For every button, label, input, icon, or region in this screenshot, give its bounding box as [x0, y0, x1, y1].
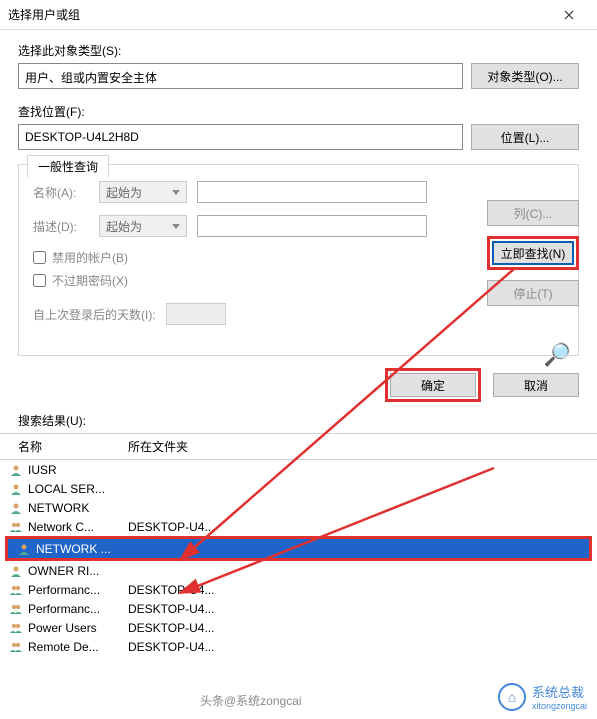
description-input[interactable] [197, 215, 427, 237]
result-row[interactable]: LOCAL SER... [0, 479, 597, 498]
name-label: 名称(A): [33, 184, 89, 201]
result-name: Remote De... [28, 640, 128, 654]
column-header-location[interactable]: 所在文件夹 [128, 438, 579, 455]
user-icon [8, 482, 24, 496]
result-row[interactable]: Network C...DESKTOP-U4... [0, 517, 597, 536]
user-icon [8, 501, 24, 515]
find-now-button[interactable]: 立即查找(N) [492, 241, 574, 265]
result-location: DESKTOP-U4... [128, 602, 589, 616]
toutiao-watermark: 头条@系统zongcai [200, 692, 302, 709]
close-icon [564, 10, 574, 20]
column-header-name[interactable]: 名称 [18, 438, 128, 455]
result-row[interactable]: Performanc...DESKTOP-U4... [0, 580, 597, 599]
user-icon [8, 463, 24, 477]
no-expire-checkbox[interactable] [33, 274, 46, 287]
titlebar: 选择用户或组 [0, 0, 597, 30]
watermark-icon: ⌂ [498, 683, 526, 711]
search-results-label: 搜索结果(U): [0, 412, 597, 433]
watermark-sub: xitongzongcai [532, 701, 587, 711]
object-type-field: 用户、组或内置安全主体 [18, 63, 463, 89]
days-since-logon-input[interactable] [166, 303, 226, 325]
result-name: OWNER RI... [28, 564, 128, 578]
result-name: Performanc... [28, 583, 128, 597]
find-now-highlight: 立即查找(N) [487, 236, 579, 270]
result-name: Performanc... [28, 602, 128, 616]
result-name: Power Users [28, 621, 128, 635]
object-type-label: 选择此对象类型(S): [18, 42, 579, 59]
description-match-combo[interactable]: 起始为 [99, 215, 187, 237]
user-icon [16, 542, 32, 556]
window-title: 选择用户或组 [8, 6, 549, 23]
results-list[interactable]: IUSRLOCAL SER...NETWORKNetwork C...DESKT… [0, 460, 597, 670]
result-name: Network C... [28, 520, 128, 534]
tab-common-queries[interactable]: 一般性查询 [27, 155, 109, 178]
result-name: NETWORK ... [36, 542, 136, 556]
locations-button[interactable]: 位置(L)... [471, 124, 579, 150]
result-row[interactable]: IUSR [0, 460, 597, 479]
group-icon [8, 621, 24, 635]
name-match-combo[interactable]: 起始为 [99, 181, 187, 203]
user-icon [8, 564, 24, 578]
ok-button[interactable]: 确定 [390, 373, 476, 397]
magnifier-icon: 🔎 [544, 342, 571, 368]
group-icon [8, 602, 24, 616]
close-button[interactable] [549, 1, 589, 29]
days-since-logon-label: 自上次登录后的天数(I): [33, 306, 156, 323]
watermark-text: 系统总裁 [532, 682, 587, 701]
result-row[interactable]: Performanc...DESKTOP-U4... [0, 599, 597, 618]
cancel-button[interactable]: 取消 [493, 373, 579, 397]
selected-row-highlight: NETWORK ... [5, 536, 592, 561]
result-location: DESKTOP-U4... [128, 583, 589, 597]
result-location: DESKTOP-U4... [128, 520, 589, 534]
columns-button[interactable]: 列(C)... [487, 200, 579, 226]
group-icon [8, 583, 24, 597]
location-label: 查找位置(F): [18, 103, 579, 120]
result-row[interactable]: NETWORK [0, 498, 597, 517]
result-location: DESKTOP-U4... [128, 640, 589, 654]
no-expire-label: 不过期密码(X) [52, 272, 128, 289]
result-row[interactable]: OWNER RI... [0, 561, 597, 580]
ok-highlight: 确定 [385, 368, 481, 402]
object-types-button[interactable]: 对象类型(O)... [471, 63, 579, 89]
results-header: 名称 所在文件夹 [0, 433, 597, 460]
disabled-accounts-checkbox[interactable] [33, 251, 46, 264]
result-row[interactable]: Remote De...DESKTOP-U4... [0, 637, 597, 656]
group-icon [8, 640, 24, 654]
result-row[interactable]: Power UsersDESKTOP-U4... [0, 618, 597, 637]
result-name: NETWORK [28, 501, 128, 515]
group-icon [8, 520, 24, 534]
result-row[interactable]: NETWORK ... [8, 539, 589, 558]
name-input[interactable] [197, 181, 427, 203]
location-field: DESKTOP-U4L2H8D [18, 124, 463, 150]
disabled-accounts-label: 禁用的帐户(B) [52, 249, 128, 266]
stop-button: 停止(T) [487, 280, 579, 306]
result-name: LOCAL SER... [28, 482, 128, 496]
result-location: DESKTOP-U4... [128, 621, 589, 635]
result-name: IUSR [28, 463, 128, 477]
description-label: 描述(D): [33, 218, 89, 235]
watermark: ⌂ 系统总裁 xitongzongcai [498, 682, 587, 711]
